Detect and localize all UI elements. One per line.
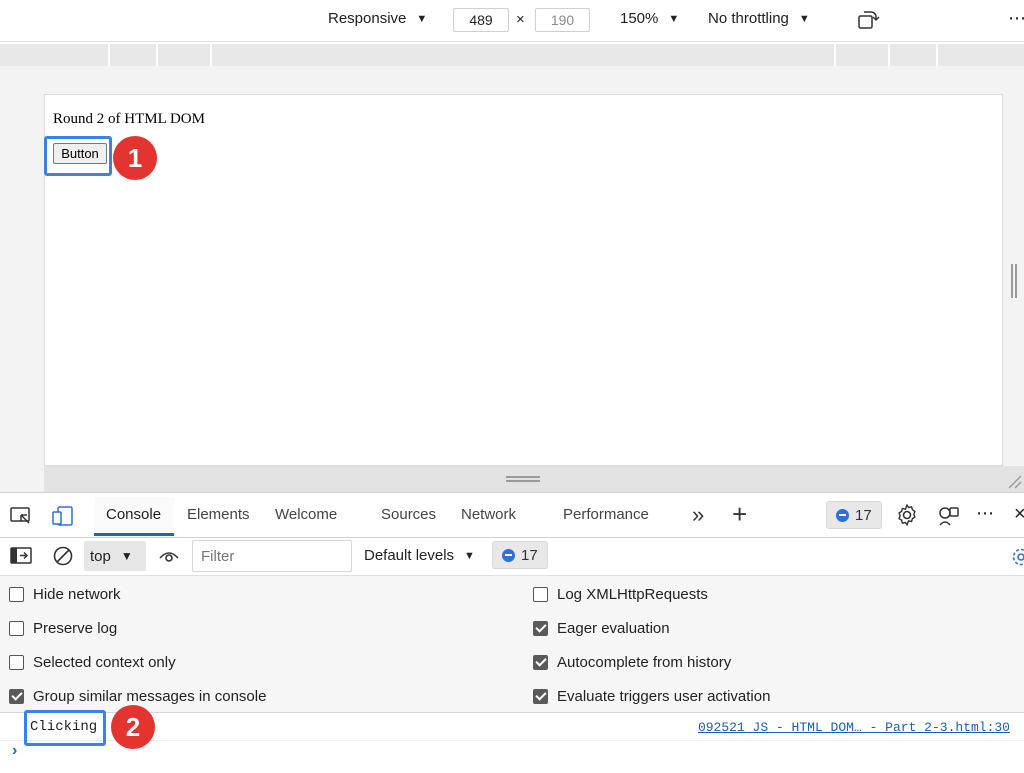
context-label: top bbox=[90, 547, 111, 565]
resize-handle-corner[interactable] bbox=[1003, 466, 1024, 492]
option-label: Hide network bbox=[33, 586, 121, 603]
option-group-similar[interactable]: Group similar messages in console bbox=[9, 688, 266, 705]
caret-down-icon: ▼ bbox=[798, 12, 810, 25]
console-issues-count: 17 bbox=[521, 546, 538, 564]
option-evaluate-triggers[interactable]: Evaluate triggers user activation bbox=[533, 688, 770, 705]
grip-icon bbox=[1011, 264, 1017, 298]
checkbox[interactable] bbox=[9, 655, 24, 670]
log-levels-dropdown[interactable]: Default levels ▼ bbox=[364, 547, 475, 564]
checkbox-checked[interactable] bbox=[533, 689, 548, 704]
add-tab-icon[interactable]: + bbox=[732, 499, 747, 530]
highlight-box-log bbox=[24, 710, 106, 746]
sidebar-toggle-icon[interactable] bbox=[10, 546, 32, 566]
more-options-icon[interactable]: ⋯ bbox=[1008, 8, 1024, 29]
filter-input[interactable] bbox=[192, 540, 352, 572]
resize-corner-icon bbox=[1008, 475, 1022, 489]
checkbox[interactable] bbox=[9, 587, 24, 602]
console-settings-panel: Hide network Preserve log Selected conte… bbox=[0, 576, 1024, 713]
option-label: Evaluate triggers user activation bbox=[557, 688, 771, 705]
device-label: Responsive bbox=[328, 10, 407, 27]
caret-down-icon: ▼ bbox=[668, 12, 680, 25]
ruler-segment[interactable] bbox=[0, 44, 110, 66]
height-input[interactable]: 190 bbox=[535, 8, 590, 32]
tab-welcome[interactable]: Welcome bbox=[275, 506, 337, 523]
device-toolbar: Responsive ▼ 489 × 190 150% ▼ No throttl… bbox=[0, 0, 1024, 42]
throttling-dropdown[interactable]: No throttling ▼ bbox=[708, 10, 810, 27]
dimension-separator: × bbox=[516, 11, 525, 28]
more-menu-icon[interactable]: ⋯ bbox=[976, 503, 995, 524]
step-badge-2: 2 bbox=[111, 705, 155, 749]
devtools-tab-bar: Console Elements Welcome Sources Network… bbox=[0, 492, 1024, 538]
option-label: Eager evaluation bbox=[557, 620, 670, 637]
device-emulation-icon[interactable] bbox=[52, 506, 74, 526]
checkbox-checked[interactable] bbox=[533, 621, 548, 636]
width-input[interactable]: 489 bbox=[453, 8, 509, 32]
console-settings-gear-icon[interactable] bbox=[1011, 547, 1024, 567]
option-label: Preserve log bbox=[33, 620, 118, 637]
console-issues-badge[interactable]: 17 bbox=[492, 541, 548, 569]
grip-icon bbox=[506, 476, 540, 482]
caret-down-icon: ▼ bbox=[464, 549, 475, 562]
customize-icon[interactable] bbox=[937, 504, 961, 528]
checkbox[interactable] bbox=[533, 587, 548, 602]
option-eager-evaluation[interactable]: Eager evaluation bbox=[533, 620, 670, 637]
ruler-segment[interactable] bbox=[110, 44, 158, 66]
console-toolbar: top ▼ Default levels ▼ 17 bbox=[0, 538, 1024, 576]
option-selected-context-only[interactable]: Selected context only bbox=[9, 654, 176, 671]
option-preserve-log[interactable]: Preserve log bbox=[9, 620, 117, 637]
zoom-label: 150% bbox=[620, 10, 659, 27]
context-select[interactable]: top ▼ bbox=[84, 541, 146, 571]
throttling-label: No throttling bbox=[708, 10, 789, 27]
page-heading: Round 2 of HTML DOM bbox=[53, 111, 205, 127]
media-query-ruler bbox=[0, 44, 1024, 66]
tab-sources[interactable]: Sources bbox=[381, 506, 436, 523]
rotate-icon[interactable] bbox=[858, 10, 880, 30]
checkbox-checked[interactable] bbox=[533, 655, 548, 670]
zoom-dropdown[interactable]: 150% ▼ bbox=[620, 10, 679, 27]
live-expression-eye-icon[interactable] bbox=[158, 547, 180, 565]
inspect-element-icon[interactable] bbox=[10, 506, 32, 526]
option-label: Selected context only bbox=[33, 654, 176, 671]
tab-elements[interactable]: Elements bbox=[187, 506, 250, 523]
active-tab-indicator bbox=[94, 533, 174, 536]
log-levels-label: Default levels bbox=[364, 547, 455, 564]
option-log-xhr[interactable]: Log XMLHttpRequests bbox=[533, 586, 708, 603]
clear-console-icon[interactable] bbox=[52, 545, 74, 567]
resize-handle-right[interactable] bbox=[1003, 94, 1024, 466]
option-autocomplete-history[interactable]: Autocomplete from history bbox=[533, 654, 731, 671]
device-dropdown[interactable]: Responsive ▼ bbox=[328, 10, 427, 27]
checkbox[interactable] bbox=[9, 621, 24, 636]
issues-badge[interactable]: 17 bbox=[826, 501, 882, 529]
emulated-page: Round 2 of HTML DOM Button bbox=[44, 94, 1003, 466]
tab-performance[interactable]: Performance bbox=[563, 506, 649, 523]
message-icon bbox=[836, 508, 849, 522]
caret-down-icon: ▼ bbox=[120, 549, 133, 563]
ruler-segment[interactable] bbox=[212, 44, 836, 66]
resize-handle-bottom[interactable] bbox=[44, 466, 1003, 492]
step-badge-1: 1 bbox=[113, 136, 157, 180]
option-label: Group similar messages in console bbox=[33, 688, 267, 705]
tab-console[interactable]: Console bbox=[106, 506, 161, 523]
option-label: Log XMLHttpRequests bbox=[557, 586, 708, 603]
option-hide-network[interactable]: Hide network bbox=[9, 586, 121, 603]
ruler-segment[interactable] bbox=[836, 44, 890, 66]
settings-gear-icon[interactable] bbox=[895, 503, 919, 527]
tab-network[interactable]: Network bbox=[461, 506, 516, 523]
more-tabs-icon[interactable]: » bbox=[692, 502, 704, 528]
caret-down-icon: ▼ bbox=[416, 12, 428, 25]
message-icon bbox=[502, 548, 515, 562]
checkbox-checked[interactable] bbox=[9, 689, 24, 704]
ruler-segment[interactable] bbox=[890, 44, 938, 66]
highlight-box-button bbox=[44, 136, 112, 176]
log-source-link[interactable]: 092521 JS - HTML DOM… - Part 2-3.html:30 bbox=[698, 720, 1010, 735]
ruler-segment[interactable] bbox=[158, 44, 212, 66]
issues-count: 17 bbox=[855, 506, 872, 524]
close-devtools-icon[interactable]: × bbox=[1014, 503, 1024, 526]
console-prompt-icon[interactable]: › bbox=[12, 742, 17, 760]
ruler-segment[interactable] bbox=[938, 44, 1024, 66]
option-label: Autocomplete from history bbox=[557, 654, 732, 671]
